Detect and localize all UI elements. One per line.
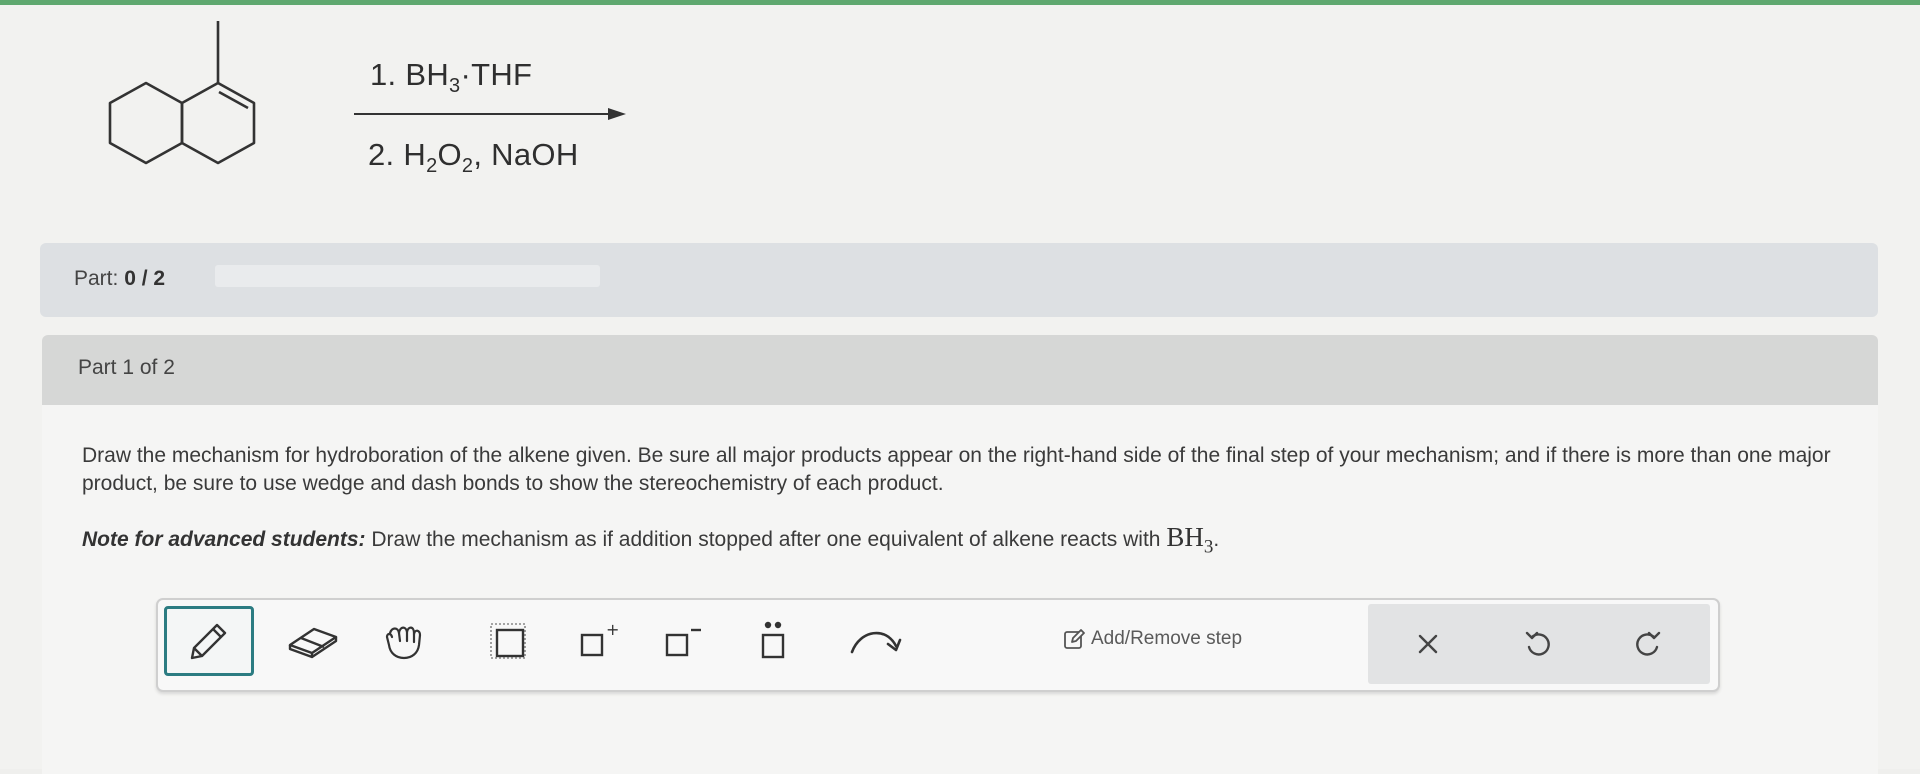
pencil-tool-button[interactable] <box>164 606 254 676</box>
part-progress-bar: Part: 0 / 2 <box>40 243 1878 317</box>
svg-text:+: + <box>606 621 619 639</box>
note-text: Draw the mechanism as if addition stoppe… <box>365 528 1167 551</box>
reaction-conditions: 1. BH3·THF 2. H2O2, NaOH <box>350 45 630 195</box>
negative-charge-icon <box>665 628 701 657</box>
curved-arrow-button[interactable] <box>838 606 913 676</box>
alkene-structure <box>108 21 256 165</box>
advanced-note: Note for advanced students: Draw the mec… <box>82 522 1220 558</box>
redo-button[interactable] <box>1618 609 1678 679</box>
part1-panel: Part 1 of 2 Draw the mechanism for hydro… <box>42 335 1878 774</box>
lone-pair-button[interactable] <box>743 606 803 676</box>
redo-icon <box>1636 631 1661 656</box>
reaction-arrow-icon <box>354 108 626 120</box>
part1-header: Part 1 of 2 <box>42 335 1878 405</box>
progress-track <box>215 265 600 287</box>
positive-charge-button[interactable]: + <box>568 606 628 676</box>
selection-box-icon <box>490 623 526 659</box>
undo-icon <box>1525 631 1550 656</box>
reagent-step-1: 1. BH3·THF <box>370 57 533 98</box>
add-remove-step-label: Add/Remove step <box>1091 628 1243 649</box>
part1-title: Part 1 of 2 <box>78 356 175 379</box>
reagent-step-2: 2. H2O2, NaOH <box>368 137 579 178</box>
question-text: Draw the mechanism for hydroboration of … <box>82 444 1831 495</box>
positive-charge-icon: + <box>580 621 619 657</box>
lone-pair-icon <box>761 621 785 659</box>
action-button-group <box>1368 604 1710 684</box>
note-label: Note for advanced students: <box>82 528 366 551</box>
close-icon <box>1418 634 1438 654</box>
clear-button[interactable] <box>1398 609 1458 679</box>
drawing-toolbar: + Add/Remove step <box>156 598 1720 692</box>
undo-button[interactable] <box>1508 609 1568 679</box>
edit-icon <box>1064 629 1085 649</box>
select-tool-button[interactable] <box>478 606 538 676</box>
curved-arrow-icon <box>850 631 901 654</box>
eraser-icon <box>288 627 338 659</box>
question-sheet: 1. BH3·THF 2. H2O2, NaOH Part: 0 / 2 Par… <box>0 5 1920 774</box>
part-progress-label: Part: 0 / 2 <box>74 267 166 290</box>
hand-icon <box>385 626 422 660</box>
eraser-tool-button[interactable] <box>278 606 348 676</box>
add-remove-step-button[interactable]: Add/Remove step <box>1063 628 1242 650</box>
negative-charge-button[interactable] <box>653 606 713 676</box>
hand-tool-button[interactable] <box>374 606 434 676</box>
note-formula: BH3 <box>1166 522 1214 558</box>
pencil-icon <box>190 623 227 660</box>
